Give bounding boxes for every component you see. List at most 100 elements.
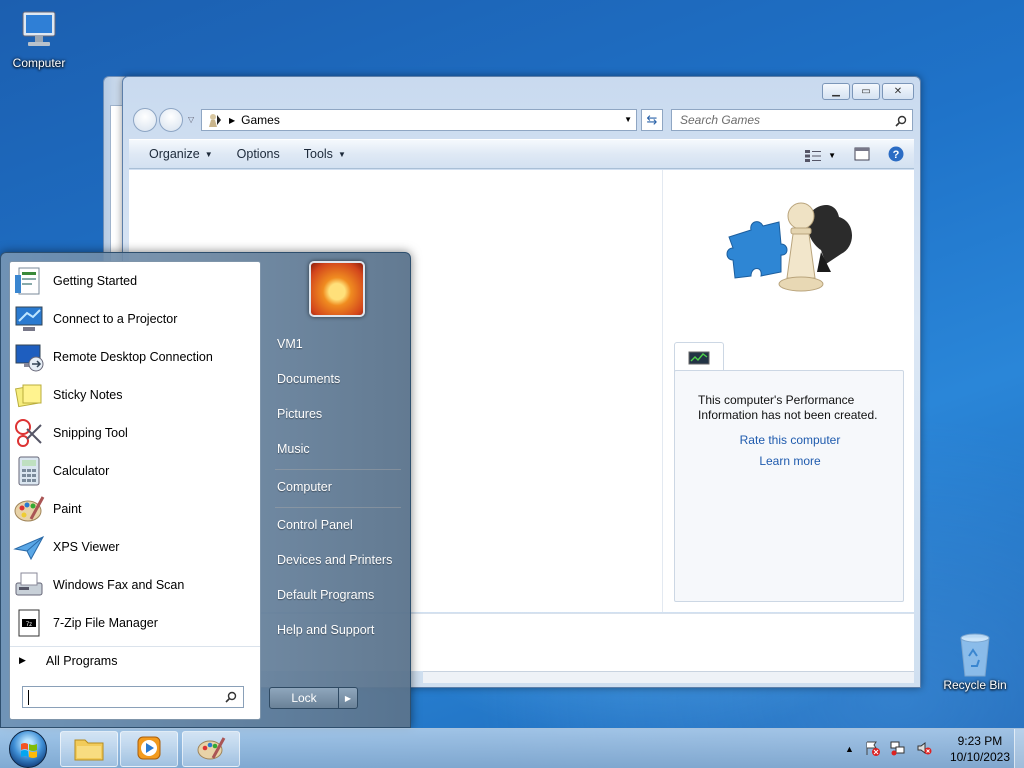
program-label: Paint <box>53 502 82 516</box>
taskbar-paint-button[interactable] <box>182 731 240 767</box>
options-button[interactable]: Options <box>225 147 292 161</box>
forward-button[interactable] <box>159 108 183 132</box>
pictures-link[interactable]: Pictures <box>277 407 322 421</box>
program-label: Calculator <box>53 464 110 478</box>
user-picture[interactable] <box>309 261 365 317</box>
view-icon <box>805 149 822 162</box>
shutdown-options-button[interactable]: ▶ <box>338 687 358 709</box>
user-folder-link[interactable]: VM1 <box>277 337 303 351</box>
calculator-icon <box>13 455 45 487</box>
program-sticky-notes[interactable]: Sticky Notes <box>10 377 260 413</box>
recent-pages-dropdown-icon[interactable]: ▽ <box>188 115 194 124</box>
control-panel-link[interactable]: Control Panel <box>277 518 353 532</box>
command-bar: Organize ▼ Options Tools ▼ ▼ ? <box>129 139 914 169</box>
taskbar: ▲ 9:23 PM 10/10/2023 <box>0 728 1024 768</box>
help-support-link[interactable]: Help and Support <box>277 623 374 637</box>
svg-text:7z: 7z <box>26 622 32 628</box>
program-xps-viewer[interactable]: XPS Viewer <box>10 529 260 565</box>
program-getting-started[interactable]: Getting Started <box>10 263 260 299</box>
minimize-icon: ▁ <box>832 86 840 97</box>
all-programs-label: All Programs <box>45 653 118 668</box>
search-games-input[interactable]: Search Games <box>671 109 913 131</box>
refresh-button[interactable]: ⇆ <box>641 109 663 131</box>
program-remote-desktop[interactable]: Remote Desktop Connection <box>10 339 260 375</box>
start-search-input[interactable] <box>22 686 244 708</box>
paint-icon <box>196 734 226 765</box>
documents-link[interactable]: Documents <box>277 372 340 386</box>
start-menu-programs-pane: Getting Started Connect to a Projector R… <box>9 261 261 720</box>
performance-info-panel: This computer's Performance Information … <box>674 370 904 602</box>
change-view-button[interactable]: ▼ <box>804 149 836 163</box>
clock-time: 9:23 PM <box>957 734 1003 748</box>
program-label: Sticky Notes <box>53 388 123 402</box>
desktop-icon-label: Recycle Bin <box>943 678 1007 692</box>
address-bar[interactable]: ▶ Games ▼ <box>201 109 637 131</box>
show-hidden-icons-button[interactable]: ▲ <box>845 744 854 754</box>
xps-viewer-icon <box>13 531 45 563</box>
tools-menu[interactable]: Tools ▼ <box>292 147 358 161</box>
desktop-icon-recycle-bin[interactable]: Recycle Bin <box>938 630 1012 692</box>
performance-tab[interactable] <box>674 342 724 372</box>
back-button[interactable] <box>133 108 157 132</box>
program-label: XPS Viewer <box>53 540 120 554</box>
default-programs-link[interactable]: Default Programs <box>277 588 374 602</box>
tools-label: Tools <box>303 147 333 161</box>
maximize-button[interactable]: ▭ <box>852 83 880 100</box>
music-link[interactable]: Music <box>277 442 310 456</box>
horizontal-scrollbar[interactable] <box>423 671 914 683</box>
all-programs-button[interactable]: ▶ All Programs <box>10 646 260 674</box>
help-icon: ? <box>888 146 904 162</box>
learn-more-link[interactable]: Learn more <box>675 454 905 468</box>
computer-link[interactable]: Computer <box>277 480 332 494</box>
preview-pane-button[interactable] <box>854 147 870 164</box>
network-icon[interactable] <box>890 740 906 759</box>
system-tray: ▲ 9:23 PM 10/10/2023 <box>845 729 1010 768</box>
paint-icon <box>13 493 45 525</box>
show-desktop-button[interactable] <box>1014 729 1024 768</box>
media-player-icon <box>135 734 163 765</box>
performance-message: This computer's Performance Information … <box>698 393 878 422</box>
chevron-down-icon: ▼ <box>828 151 836 160</box>
organize-menu[interactable]: Organize ▼ <box>137 147 225 161</box>
breadcrumb-arrow-icon[interactable]: ▶ <box>229 116 235 125</box>
search-icon[interactable] <box>895 113 907 133</box>
start-button[interactable] <box>4 729 52 768</box>
breadcrumb-games[interactable]: Games <box>241 113 280 127</box>
program-connect-projector[interactable]: Connect to a Projector <box>10 301 260 337</box>
minimize-button[interactable]: ▁ <box>822 83 850 100</box>
organize-label: Organize <box>149 147 200 161</box>
rate-computer-link[interactable]: Rate this computer <box>675 433 905 447</box>
address-dropdown-icon[interactable]: ▼ <box>624 115 632 124</box>
close-button[interactable]: ✕ <box>882 83 914 100</box>
volume-muted-icon[interactable] <box>916 740 932 759</box>
help-button[interactable]: ? <box>888 146 904 165</box>
program-snipping-tool[interactable]: Snipping Tool <box>10 415 260 451</box>
chevron-down-icon: ▼ <box>204 149 213 159</box>
program-calculator[interactable]: Calculator <box>10 453 260 489</box>
navigation-bar: ▽ ▶ Games ▼ ⇆ Search Games <box>131 107 913 133</box>
divider <box>275 469 401 470</box>
clock[interactable]: 9:23 PM 10/10/2023 <box>950 733 1010 765</box>
close-icon: ✕ <box>893 86 903 97</box>
devices-printers-link[interactable]: Devices and Printers <box>277 553 392 567</box>
arrow-right-icon: ▶ <box>19 655 26 665</box>
program-fax-scan[interactable]: Windows Fax and Scan <box>10 567 260 603</box>
search-icon[interactable] <box>225 691 237 706</box>
games-folder-icon <box>205 112 223 128</box>
svg-text:?: ? <box>893 149 900 161</box>
text-caret <box>28 690 29 705</box>
arrow-right-icon: ▶ <box>344 693 352 703</box>
action-center-icon[interactable] <box>864 740 880 759</box>
program-label: Connect to a Projector <box>53 312 178 326</box>
program-paint[interactable]: Paint <box>10 491 260 527</box>
refresh-icon: ⇆ <box>646 112 658 127</box>
lock-button[interactable]: Lock <box>269 687 339 709</box>
taskbar-explorer-button[interactable] <box>60 731 118 767</box>
program-label: Getting Started <box>53 274 138 288</box>
snipping-tool-icon <box>13 417 45 449</box>
search-placeholder: Search Games <box>680 113 761 127</box>
desktop-icon-computer[interactable]: Computer <box>2 8 76 70</box>
taskbar-media-player-button[interactable] <box>120 731 178 767</box>
start-menu-places-pane: VM1 Documents Pictures Music Computer Co… <box>267 253 412 729</box>
program-7zip[interactable]: 7z 7-Zip File Manager <box>10 605 260 641</box>
